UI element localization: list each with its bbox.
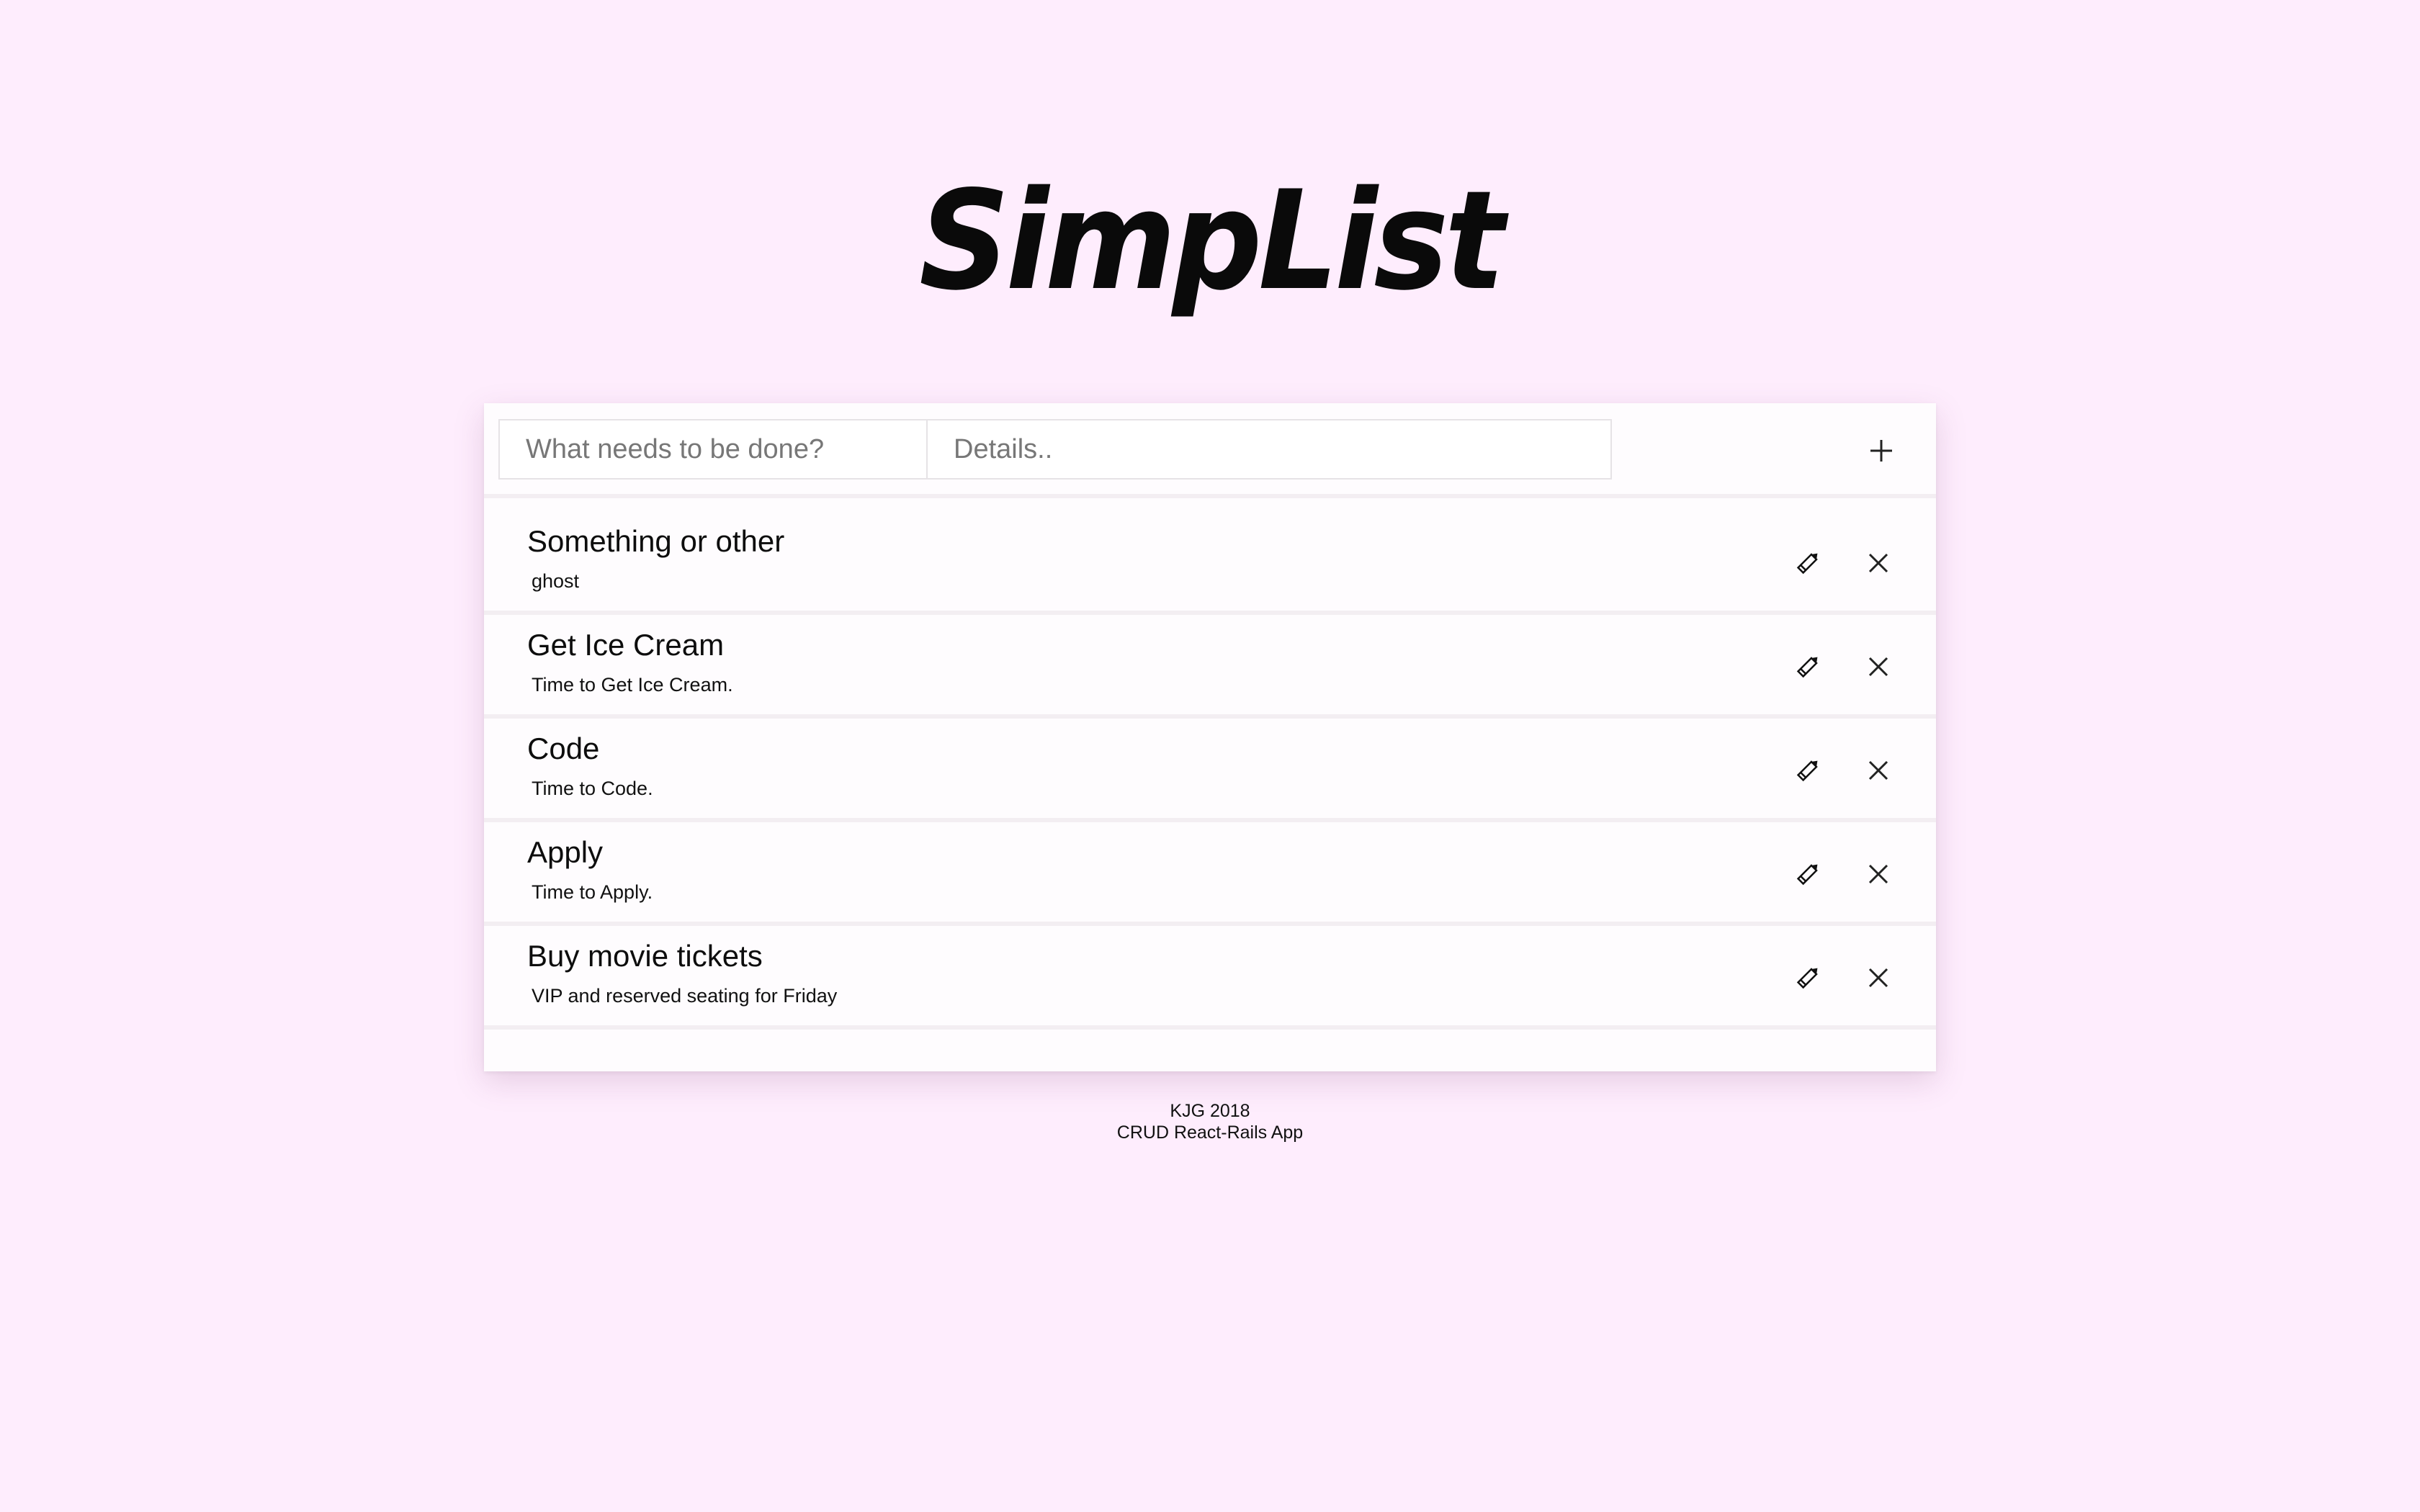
item-title: Something or other bbox=[527, 524, 785, 558]
footer-app-description: CRUD React-Rails App bbox=[1116, 1122, 1304, 1143]
task-input[interactable] bbox=[498, 419, 928, 480]
close-icon bbox=[1868, 657, 1888, 677]
delete-button[interactable] bbox=[1855, 644, 1901, 690]
pencil-icon bbox=[1796, 968, 1818, 989]
item-title: Get Ice Cream bbox=[527, 628, 725, 662]
item-title: Buy movie tickets bbox=[527, 939, 763, 973]
list-item: Buy movie tickets VIP and reserved seati… bbox=[484, 926, 1936, 1030]
pencil-icon bbox=[1796, 657, 1818, 678]
edit-button[interactable] bbox=[1785, 644, 1831, 690]
item-title: Code bbox=[527, 732, 600, 765]
pencil-icon bbox=[1796, 864, 1818, 886]
delete-button[interactable] bbox=[1855, 955, 1901, 1001]
edit-button[interactable] bbox=[1785, 540, 1831, 586]
plus-icon bbox=[1870, 440, 1892, 462]
list-item: Apply Time to Apply. bbox=[484, 822, 1936, 926]
item-details: ghost bbox=[532, 570, 580, 592]
list-item: Get Ice Cream Time to Get Ice Cream. bbox=[484, 615, 1936, 719]
edit-button[interactable] bbox=[1785, 955, 1831, 1001]
item-title: Apply bbox=[527, 835, 604, 869]
pencil-icon bbox=[1796, 760, 1818, 782]
add-button[interactable] bbox=[1852, 422, 1910, 480]
list-item: Something or other ghost bbox=[484, 511, 1936, 615]
footer: KJG 2018 CRUD React-Rails App bbox=[0, 1100, 2420, 1143]
close-icon bbox=[1868, 864, 1888, 884]
pencil-icon bbox=[1796, 553, 1818, 575]
edit-button[interactable] bbox=[1785, 747, 1831, 793]
footer-credit: KJG 2018 bbox=[1170, 1101, 1250, 1121]
item-details: Time to Get Ice Cream. bbox=[532, 674, 733, 696]
edit-button[interactable] bbox=[1785, 851, 1831, 897]
new-item-form bbox=[484, 403, 1936, 498]
details-input[interactable] bbox=[926, 419, 1612, 480]
list-item: Code Time to Code. bbox=[484, 719, 1936, 822]
delete-button[interactable] bbox=[1855, 851, 1901, 897]
delete-button[interactable] bbox=[1855, 747, 1901, 793]
close-icon bbox=[1868, 968, 1888, 988]
close-icon bbox=[1868, 760, 1888, 780]
close-icon bbox=[1868, 553, 1888, 573]
todo-card: Something or other ghost Get I bbox=[484, 403, 1936, 1071]
todo-list: Something or other ghost Get Ice Cream T… bbox=[484, 511, 1936, 1030]
delete-button[interactable] bbox=[1855, 540, 1901, 586]
item-details: Time to Code. bbox=[532, 778, 653, 799]
item-details: VIP and reserved seating for Friday bbox=[532, 985, 838, 1007]
item-details: Time to Apply. bbox=[532, 881, 653, 903]
app-title: SimpList bbox=[919, 161, 1505, 320]
